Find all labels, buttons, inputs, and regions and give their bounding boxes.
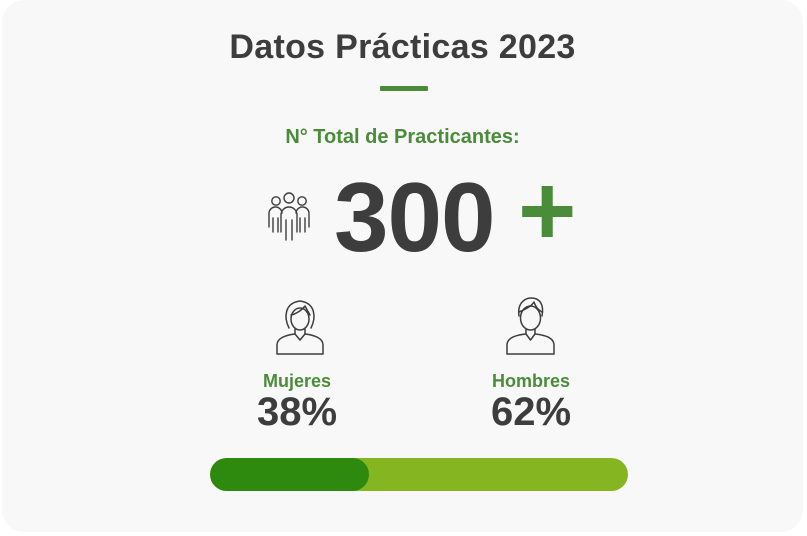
total-practicantes-value: 300 [334,162,496,272]
female-user-icon [276,300,324,355]
title-underline [380,86,428,91]
female-label: Mujeres [262,371,332,391]
group-people-icon [268,192,310,241]
male-label: Hombres [491,371,571,391]
page-title: Datos Prácticas 2023 [229,28,576,66]
female-percentage: 38% [256,390,338,434]
total-label: N° Total de Practicantes: [285,126,520,148]
gender-progress-fill-female [210,458,369,491]
total-plus-sign: + [518,155,577,267]
stats-card: Datos Prácticas 2023 N° Total de Practic… [2,0,803,532]
male-percentage: 62% [490,390,572,434]
gender-progress-bar [210,458,628,491]
male-user-icon [506,297,555,355]
